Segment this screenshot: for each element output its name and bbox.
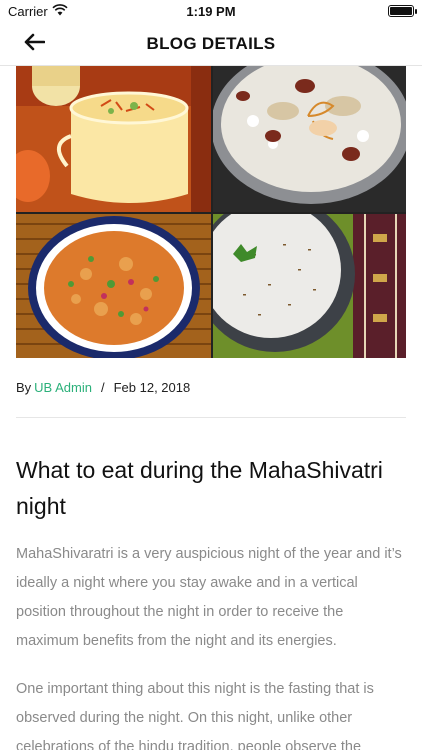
khichdi-image — [16, 214, 211, 358]
page-title: BLOG DETAILS — [146, 33, 276, 53]
status-time: 1:19 PM — [186, 3, 236, 19]
meta-separator: / — [100, 380, 105, 395]
battery-icon — [388, 5, 417, 17]
buttermilk-image — [213, 214, 406, 358]
post-paragraph: One important thing about this night is … — [16, 681, 374, 750]
by-label: By — [16, 380, 32, 395]
post-title: What to eat during the MahaShivatri nigh… — [16, 457, 383, 519]
post-paragraph: MahaShivaratri is a very auspicious nigh… — [16, 546, 402, 649]
nav-bar: BLOG DETAILS — [0, 22, 422, 66]
post-body: MahaShivaratri is a very auspicious nigh… — [16, 540, 408, 750]
post-date: Feb 12, 2018 — [113, 380, 191, 395]
divider — [16, 417, 406, 418]
back-button[interactable] — [20, 30, 48, 58]
author-link[interactable]: UB Admin — [34, 380, 92, 395]
post-meta: By UB Admin / Feb 12, 2018 — [16, 380, 190, 395]
blog-hero-image — [16, 66, 406, 358]
saffron-milk-image — [16, 66, 211, 212]
kheer-image — [213, 66, 406, 212]
status-bar: Carrier 1:19 PM — [0, 0, 422, 22]
arrow-left-icon — [23, 33, 46, 56]
